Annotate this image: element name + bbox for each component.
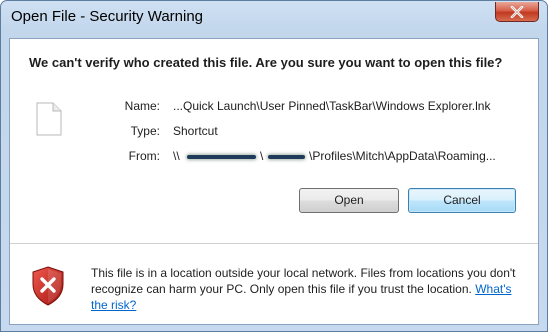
close-button[interactable] xyxy=(495,2,539,22)
name-label: Name: xyxy=(124,99,160,113)
window-title: Open File - Security Warning xyxy=(11,8,204,25)
from-prefix: \\ xyxy=(173,149,180,163)
security-warning-dialog: Open File - Security Warning We can't ve… xyxy=(0,0,548,332)
cancel-button[interactable]: Cancel xyxy=(408,188,516,213)
type-value: Shortcut xyxy=(173,124,218,138)
type-label: Type: xyxy=(130,124,160,138)
name-value: ...Quick Launch\User Pinned\TaskBar\Wind… xyxy=(173,99,491,113)
from-path: \Profiles\Mitch\AppData\Roaming... xyxy=(309,149,496,163)
dialog-content: We can't verify who created this file. A… xyxy=(9,38,539,325)
close-x-icon xyxy=(510,5,524,18)
warning-text: This file is in a location outside your … xyxy=(91,266,516,296)
from-separator: \ xyxy=(260,149,264,163)
divider xyxy=(10,243,538,244)
redacted-share-name xyxy=(268,155,305,159)
warning-message: This file is in a location outside your … xyxy=(91,265,531,313)
from-label: From: xyxy=(128,149,160,163)
title-bar[interactable]: Open File - Security Warning xyxy=(1,1,547,37)
open-button[interactable]: Open xyxy=(299,188,399,213)
blank-file-icon xyxy=(36,102,62,136)
security-shield-x-icon xyxy=(32,266,64,306)
redacted-server-name xyxy=(187,155,256,159)
warning-question: We can't verify who created this file. A… xyxy=(29,55,503,70)
